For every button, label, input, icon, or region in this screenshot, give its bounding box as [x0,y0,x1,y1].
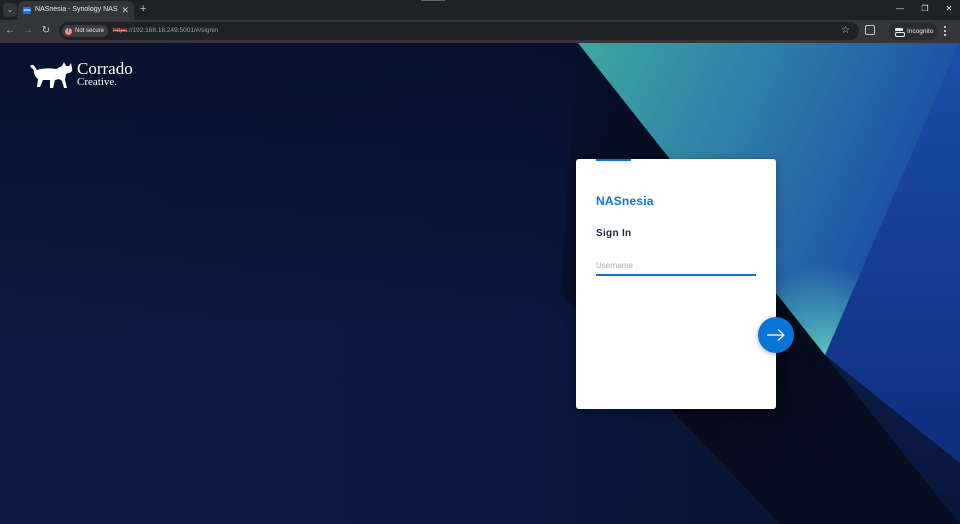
card-accent-bar [596,159,631,161]
address-bar[interactable]: ! Not secure https://192.168.18.249:5001… [59,22,859,40]
background-decoration [560,43,960,524]
incognito-icon [895,28,905,37]
security-indicator[interactable]: ! Not secure [62,25,109,37]
kebab-menu-icon [944,26,947,36]
tab-search-button[interactable]: ⌄ [3,3,17,17]
close-icon: ✕ [945,4,953,13]
security-label: Not secure [75,28,105,34]
username-input[interactable] [596,257,756,276]
cat-logo-icon [30,62,73,88]
minimize-button[interactable]: — [893,3,907,15]
incognito-indicator[interactable]: Incognito [889,23,937,40]
sign-in-next-button[interactable] [758,317,794,353]
browser-toolbar: ← → ↻ ! Not secure https://192.168.18.24… [0,20,960,43]
close-icon: ✕ [121,5,129,15]
minimize-icon: — [896,4,904,13]
incognito-label: Incognito [907,28,934,35]
extensions-button[interactable] [865,25,875,35]
new-tab-button[interactable]: + [140,3,146,16]
back-button[interactable]: ← [4,25,16,37]
sign-in-heading: Sign In [596,228,632,239]
logo-line-2: Creative. [77,76,118,88]
browser-tabstrip: ⌄ DSM NASnesia - Synology NAS ✕ + — ❐ ✕ [0,0,960,20]
arrow-right-icon: → [23,25,33,36]
tab-title: NASnesia - Synology NAS [35,6,118,13]
close-window-button[interactable]: ✕ [942,3,956,15]
bookmark-button[interactable]: ☆ [841,25,850,37]
url-path: ://192.168.18.249:5001/#/signin [127,27,219,34]
arrow-left-icon: ← [5,25,15,36]
dsm-favicon-icon: DSM [23,7,31,14]
close-tab-button[interactable]: ✕ [121,4,129,16]
url-text[interactable]: https://192.168.18.249:5001/#/signin [113,27,218,34]
page-viewport: Corrado Creative. NASnesia Sign In [0,43,960,524]
reload-icon: ↻ [41,25,51,36]
window-drag-handle [421,0,445,1]
nas-name: NASnesia [596,194,654,208]
plus-icon: + [140,3,147,15]
restore-icon: ❐ [921,4,929,13]
star-icon: ☆ [841,25,850,36]
corrado-creative-logo: Corrado Creative. [28,60,148,92]
url-scheme: https [113,27,128,34]
warning-icon: ! [65,27,72,35]
browser-menu-button[interactable] [944,26,947,37]
reload-button[interactable]: ↻ [40,25,52,37]
forward-button[interactable]: → [22,25,34,37]
arrow-right-icon [767,329,785,341]
browser-tab[interactable]: DSM NASnesia - Synology NAS ✕ [18,1,134,20]
login-card: NASnesia Sign In [576,159,776,409]
restore-button[interactable]: ❐ [918,3,932,15]
chevron-down-icon: ⌄ [6,5,14,14]
